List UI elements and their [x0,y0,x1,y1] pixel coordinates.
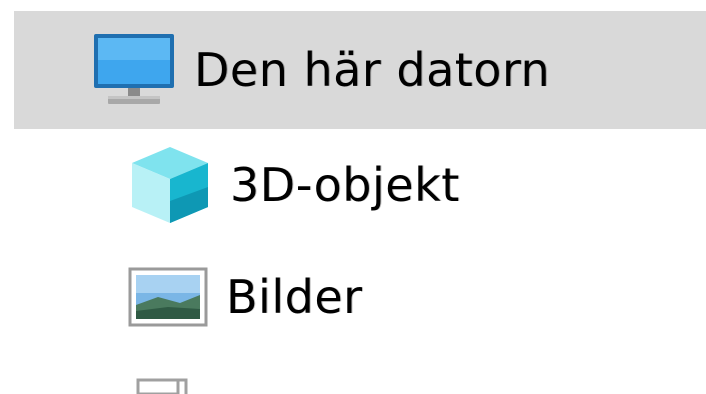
nav-item-label: 3D-objekt [230,158,460,212]
document-icon [136,378,188,394]
computer-icon [94,34,174,104]
nav-item-label: Den här datorn [194,43,551,97]
nav-item-pictures[interactable]: Bilder [0,247,706,347]
3d-objects-icon [132,147,208,223]
nav-item-this-pc[interactable]: Den här datorn [14,11,706,129]
pictures-icon [128,267,208,327]
nav-item-label: Bilder [226,270,363,324]
navigation-pane: Den här datorn 3D-objekt Bilder [0,0,706,394]
nav-item-3d-objects[interactable]: 3D-objekt [0,135,706,235]
nav-item-partial[interactable] [0,358,208,394]
